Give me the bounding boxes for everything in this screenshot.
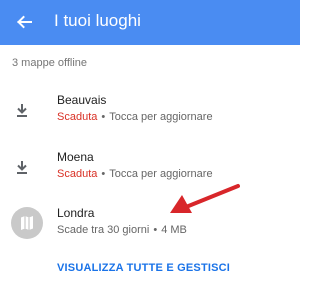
separator-dot: • <box>101 111 106 123</box>
back-arrow-icon <box>17 15 32 29</box>
map-detail: Tocca per aggiornare <box>109 168 213 180</box>
status-expired: Scaduta <box>57 168 98 180</box>
map-status-line: Scaduta • Tocca per aggiornare <box>57 168 213 180</box>
map-status-line: Scaduta • Tocca per aggiornare <box>57 111 213 123</box>
back-button[interactable] <box>8 6 40 38</box>
map-name: Moena <box>57 150 94 164</box>
view-all-manage-link[interactable]: VISUALIZZA TUTTE E GESTISCI <box>57 262 230 274</box>
map-size: 4 MB <box>161 224 187 236</box>
download-icon <box>12 157 32 177</box>
map-status-line: Scade tra 30 giorni • 4 MB <box>57 224 187 236</box>
map-name: Londra <box>57 206 95 220</box>
list-item-londra[interactable]: Londra Scade tra 30 giorni • 4 MB <box>0 206 300 258</box>
map-icon <box>11 207 43 239</box>
annotation-arrow-icon <box>170 184 240 213</box>
map-detail: Tocca per aggiornare <box>109 111 213 123</box>
status-expired: Scaduta <box>57 111 98 123</box>
list-item-moena[interactable]: Moena Scaduta • Tocca per aggiornare <box>0 150 300 202</box>
separator-dot: • <box>153 224 158 236</box>
page-title: I tuoi luoghi <box>54 11 141 30</box>
map-name: Beauvais <box>57 93 107 107</box>
list-item-beauvais[interactable]: Beauvais Scaduta • Tocca per aggiornare <box>0 93 300 145</box>
app-bar: I tuoi luoghi <box>0 0 300 45</box>
offline-maps-count: 3 mappe offline <box>12 57 88 69</box>
expiry-status: Scade tra 30 giorni <box>57 224 150 236</box>
download-icon <box>12 100 32 120</box>
separator-dot: • <box>101 168 106 180</box>
